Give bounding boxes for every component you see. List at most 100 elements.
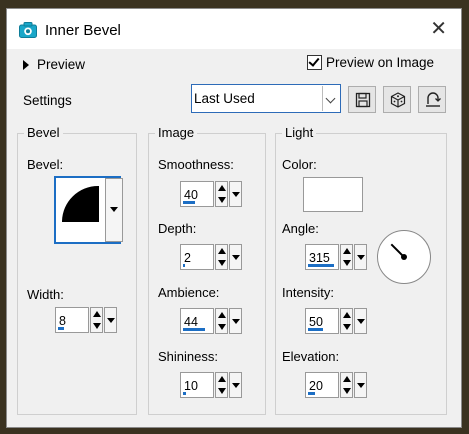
preview-label: Preview: [37, 57, 86, 72]
depth-label: Depth:: [158, 221, 197, 236]
depth-slider-dropdown[interactable]: [229, 244, 242, 270]
depth-level-bar: [183, 264, 185, 267]
angle-up-down[interactable]: [340, 244, 353, 270]
width-level-bar: [58, 327, 64, 330]
down-arrow-icon[interactable]: [218, 197, 226, 203]
randomize-dice-icon: [390, 92, 406, 108]
elevation-up-down[interactable]: [340, 372, 353, 398]
preview-on-image-label: Preview on Image: [326, 55, 435, 70]
elevation-level-bar: [308, 392, 315, 395]
checkbox-checked-icon[interactable]: [307, 55, 322, 70]
light-group-title: Light: [282, 125, 317, 140]
intensity-spinner[interactable]: 50: [305, 308, 368, 336]
width-value: 8: [59, 314, 66, 328]
shininess-input[interactable]: 10: [180, 372, 214, 398]
shininess-up-down[interactable]: [215, 372, 228, 398]
close-icon[interactable]: ✕: [430, 19, 447, 39]
depth-value: 2: [184, 251, 191, 265]
camera-app-icon: [19, 22, 37, 38]
width-up-down[interactable]: [90, 307, 103, 333]
shininess-slider-dropdown[interactable]: [229, 372, 242, 398]
up-arrow-icon[interactable]: [343, 312, 351, 318]
ambience-level-bar: [183, 328, 205, 331]
down-arrow-icon[interactable]: [218, 260, 226, 266]
title-bar: Inner Bevel ✕: [7, 9, 461, 49]
ambience-input[interactable]: 44: [180, 308, 214, 334]
ambience-up-down[interactable]: [215, 308, 228, 334]
angle-input[interactable]: 315: [305, 244, 339, 270]
settings-label: Settings: [23, 93, 72, 108]
down-arrow-icon[interactable]: [218, 388, 226, 394]
smoothness-level-bar: [183, 201, 195, 204]
shininess-label: Shininess:: [158, 349, 218, 364]
ambience-slider-dropdown[interactable]: [229, 308, 242, 334]
window-title: Inner Bevel: [45, 22, 121, 39]
intensity-input[interactable]: 50: [305, 308, 339, 334]
angle-spinner[interactable]: 315: [305, 244, 368, 272]
elevation-label: Elevation:: [282, 349, 340, 364]
depth-input[interactable]: 2: [180, 244, 214, 270]
preset-value: Last Used: [194, 91, 255, 106]
intensity-up-down[interactable]: [340, 308, 353, 334]
up-arrow-icon[interactable]: [93, 311, 101, 317]
up-arrow-icon[interactable]: [343, 248, 351, 254]
shininess-value: 10: [184, 379, 198, 393]
width-label: Width:: [27, 287, 64, 302]
preview-expander[interactable]: Preview: [23, 57, 85, 72]
down-arrow-icon[interactable]: [218, 324, 226, 330]
preset-dropdown[interactable]: Last Used: [191, 84, 341, 113]
image-group-title: Image: [155, 125, 198, 140]
down-arrow-icon[interactable]: [93, 323, 101, 329]
angle-dial-needle: [390, 243, 407, 260]
angle-level-bar: [308, 264, 334, 267]
up-arrow-icon[interactable]: [218, 376, 226, 382]
up-arrow-icon[interactable]: [218, 248, 226, 254]
preview-on-image-checkbox[interactable]: Preview on Image: [307, 55, 434, 70]
bevel-label: Bevel:: [27, 157, 64, 172]
ambience-value: 44: [184, 315, 198, 329]
angle-label: Angle:: [282, 221, 319, 236]
up-arrow-icon[interactable]: [343, 376, 351, 382]
ambience-spinner[interactable]: 44: [180, 308, 243, 336]
depth-up-down[interactable]: [215, 244, 228, 270]
smoothness-spinner[interactable]: 40: [180, 181, 243, 209]
smoothness-slider-dropdown[interactable]: [229, 181, 242, 207]
bevel-shape-dropdown-button[interactable]: [105, 178, 123, 242]
reset-icon: [426, 92, 441, 107]
smoothness-up-down[interactable]: [215, 181, 228, 207]
up-arrow-icon[interactable]: [218, 312, 226, 318]
depth-spinner[interactable]: 2: [180, 244, 243, 272]
intensity-slider-dropdown[interactable]: [354, 308, 367, 334]
intensity-value: 50: [309, 315, 323, 329]
color-label: Color:: [282, 157, 317, 172]
width-slider-dropdown[interactable]: [104, 307, 117, 333]
up-arrow-icon[interactable]: [218, 185, 226, 191]
smoothness-input[interactable]: 40: [180, 181, 214, 207]
shininess-level-bar: [183, 392, 186, 395]
chevron-down-icon[interactable]: [322, 86, 339, 111]
elevation-value: 20: [309, 379, 323, 393]
width-spinner[interactable]: 8: [55, 307, 118, 335]
save-preset-button[interactable]: [348, 86, 376, 113]
smoothness-label: Smoothness:: [158, 157, 234, 172]
elevation-spinner[interactable]: 20: [305, 372, 368, 400]
elevation-slider-dropdown[interactable]: [354, 372, 367, 398]
angle-value: 315: [309, 251, 330, 265]
angle-slider-dropdown[interactable]: [354, 244, 367, 270]
expand-arrow-icon: [23, 59, 29, 70]
down-arrow-icon[interactable]: [343, 388, 351, 394]
angle-dial[interactable]: [377, 230, 431, 284]
shininess-spinner[interactable]: 10: [180, 372, 243, 400]
randomize-button[interactable]: [383, 86, 411, 113]
width-input[interactable]: 8: [55, 307, 89, 333]
down-arrow-icon[interactable]: [343, 324, 351, 330]
down-arrow-icon[interactable]: [343, 260, 351, 266]
smoothness-value: 40: [184, 188, 198, 202]
light-color-swatch[interactable]: [303, 177, 363, 212]
elevation-input[interactable]: 20: [305, 372, 339, 398]
reset-button[interactable]: [418, 86, 446, 113]
ambience-label: Ambience:: [158, 285, 220, 300]
inner-bevel-dialog: Inner Bevel ✕ Preview Preview on Image S…: [6, 8, 462, 428]
intensity-label: Intensity:: [282, 285, 335, 300]
bevel-group-title: Bevel: [24, 125, 63, 140]
